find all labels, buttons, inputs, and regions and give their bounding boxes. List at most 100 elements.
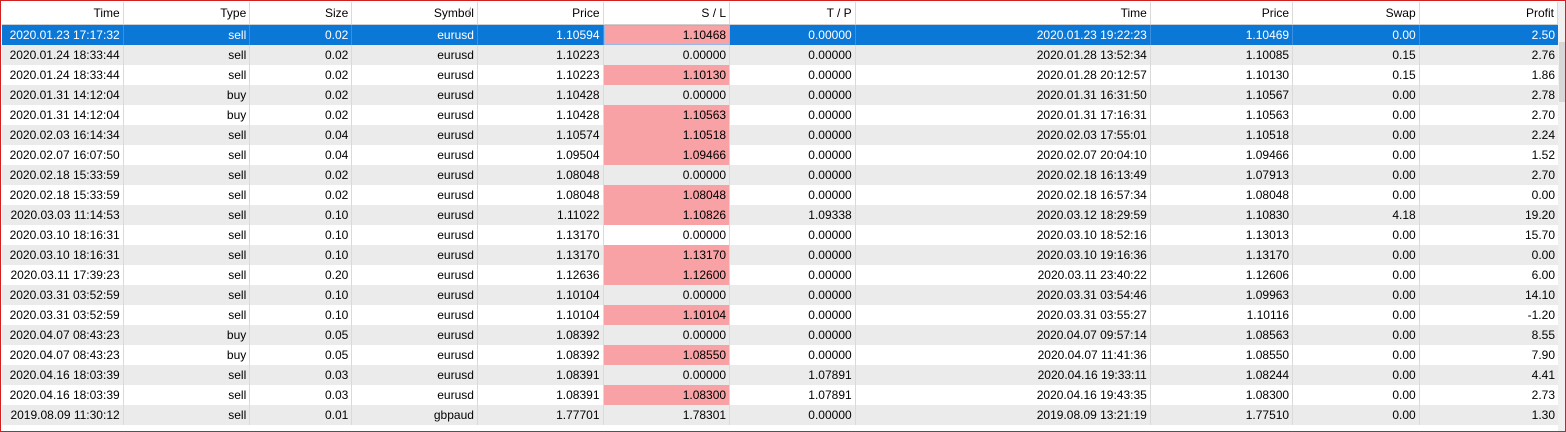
cell-close-price: 1.13170 — [1151, 245, 1294, 265]
cell-close-time: 2020.01.31 17:16:31 — [856, 105, 1151, 125]
cell-type: sell — [124, 265, 251, 285]
cell-size: 0.04 — [250, 145, 353, 165]
table-row[interactable]: 2020.01.31 14:12:04 buy 0.02 eurusd 1.10428 0… — [2, 85, 1558, 105]
cell-type: sell — [124, 185, 251, 205]
cell-profit: 2.76 — [1531, 48, 1555, 62]
cell-swap: 0.00 — [1293, 85, 1420, 105]
table-row[interactable]: 2020.04.07 08:43:23 buy 0.05 eurusd 1.08392 0… — [2, 325, 1558, 345]
cell-size: 0.10 — [250, 205, 353, 225]
cell-close-price: 1.10830 — [1151, 205, 1294, 225]
cell-sl: 1.08550 — [603, 345, 731, 365]
cell-close-time: 2020.04.07 11:41:36 — [856, 345, 1151, 365]
cell-close-price: 1.10116 — [1151, 305, 1294, 325]
cell-sl: 1.10130 — [603, 65, 731, 85]
cell-open-price: 1.10428 — [478, 105, 604, 125]
table-row[interactable]: 2020.03.11 17:39:23 sell 0.20 eurusd 1.12636… — [2, 265, 1558, 285]
table-row[interactable]: 2020.01.31 14:12:04 buy 0.02 eurusd 1.10428 1… — [2, 105, 1558, 125]
col-header-swap[interactable]: Swap — [1293, 2, 1420, 24]
col-header-size[interactable]: Size — [250, 2, 353, 24]
cell-open-time: 2020.02.18 15:33:59 — [2, 185, 124, 205]
col-header-tp[interactable]: T / P — [730, 2, 856, 24]
col-header-open-price[interactable]: Price — [478, 2, 604, 24]
cell-symbol: eurusd — [352, 25, 478, 45]
table-row[interactable]: 2020.02.07 16:07:50 sell 0.04 eurusd 1.09504… — [2, 145, 1558, 165]
cell-profit: 8.55 — [1531, 328, 1555, 342]
table-row[interactable]: 2020.02.03 16:14:34 sell 0.04 eurusd 1.10574… — [2, 125, 1558, 145]
cell-open-time: 2020.03.10 18:16:31 — [2, 245, 124, 265]
cell-close-price: 1.08550 — [1151, 345, 1294, 365]
table-row[interactable]: 2019.08.09 11:30:12 sell 0.01 gbpaud 1.77701… — [2, 405, 1558, 425]
cell-type: buy — [124, 325, 251, 345]
cell-sl: 1.78301 — [604, 405, 731, 425]
table-row[interactable]: 2020.03.31 03:52:59 sell 0.10 eurusd 1.10104… — [2, 305, 1558, 325]
cell-profit: 2.70 — [1531, 168, 1555, 182]
cell-type: sell — [124, 125, 251, 145]
col-header-close-time[interactable]: Time — [856, 2, 1151, 24]
cell-close-time: 2020.02.18 16:13:49 — [856, 165, 1151, 185]
cell-open-time: 2020.02.18 15:33:59 — [2, 165, 124, 185]
cell-type: sell — [124, 225, 251, 245]
cell-profit: 19.20 — [1524, 208, 1555, 222]
col-header-type[interactable]: Type — [124, 2, 251, 24]
col-header-symbol[interactable]: Symbol / — [352, 2, 478, 24]
col-header-open-time[interactable]: Time — [2, 2, 124, 24]
cell-profit: 6.00 — [1531, 268, 1555, 282]
cell-open-time: 2020.03.31 03:52:59 — [2, 285, 124, 305]
col-header-sl[interactable]: S / L — [604, 2, 731, 24]
cell-size: 0.03 — [250, 385, 353, 405]
cell-symbol: eurusd — [352, 245, 478, 265]
cell-type: sell — [124, 25, 251, 45]
table-row[interactable]: 2020.02.18 15:33:59 sell 0.02 eurusd 1.08048… — [2, 185, 1558, 205]
table-row[interactable]: 2020.04.16 18:03:39 sell 0.03 eurusd 1.08391… — [2, 365, 1558, 385]
table-row[interactable]: 2020.01.23 17:17:32 sell 0.02 eurusd 1.10594… — [2, 25, 1558, 45]
cell-open-price: 1.13170 — [478, 245, 604, 265]
cell-size: 0.10 — [250, 305, 353, 325]
table-row[interactable]: 2020.03.10 18:16:31 sell 0.10 eurusd 1.13170… — [2, 245, 1558, 265]
cell-tp: 0.00000 — [730, 225, 856, 245]
cell-open-time: 2020.01.24 18:33:44 — [2, 45, 124, 65]
cell-tp: 0.00000 — [730, 185, 856, 205]
cell-symbol: eurusd — [352, 305, 478, 325]
cell-profit: 1.52 — [1531, 148, 1555, 162]
cell-type: sell — [124, 65, 251, 85]
cell-tp: 0.00000 — [730, 85, 856, 105]
table-row[interactable]: 2020.04.16 18:03:39 sell 0.03 eurusd 1.08391… — [2, 385, 1558, 405]
vertical-scrollbar[interactable] — [1558, 2, 1565, 431]
table-row[interactable]: 2020.03.10 18:16:31 sell 0.10 eurusd 1.13170… — [2, 225, 1558, 245]
col-header-profit[interactable]: Profit — [1420, 2, 1559, 24]
cell-size: 0.05 — [250, 345, 353, 365]
table-row[interactable]: 2020.04.07 08:43:23 buy 0.05 eurusd 1.08392 1… — [2, 345, 1558, 365]
cell-sl: 1.10563 — [603, 105, 731, 125]
scrollbar-thumb[interactable] — [1559, 42, 1565, 102]
cell-close-time: 2020.02.03 17:55:01 — [856, 125, 1151, 145]
cell-close-price: 1.10085 — [1151, 45, 1294, 65]
cell-sl: 1.08048 — [603, 185, 731, 205]
cell-close-time: 2019.08.09 13:21:19 — [856, 405, 1151, 425]
table-row[interactable]: 2020.02.18 15:33:59 sell 0.02 eurusd 1.08048… — [2, 165, 1558, 185]
cell-size: 0.02 — [250, 85, 353, 105]
cell-swap: 0.00 — [1293, 385, 1420, 405]
cell-symbol: eurusd — [352, 65, 478, 85]
cell-tp: 0.00000 — [730, 325, 856, 345]
table-row[interactable]: 2020.01.24 18:33:44 sell 0.02 eurusd 1.10223… — [2, 65, 1558, 85]
cell-tp: 0.00000 — [730, 65, 856, 85]
table-body: 2020.01.23 17:17:32 sell 0.02 eurusd 1.10594… — [2, 25, 1558, 425]
cell-type: sell — [124, 205, 251, 225]
cell-profit: 0.00 — [1531, 248, 1555, 262]
cell-type: buy — [124, 105, 251, 125]
cell-profit: 2.50 — [1531, 28, 1555, 42]
cell-close-time: 2020.01.28 20:12:57 — [856, 65, 1151, 85]
cell-size: 0.02 — [250, 185, 353, 205]
col-header-close-price[interactable]: Price — [1151, 2, 1294, 24]
cell-open-price: 1.08048 — [478, 185, 604, 205]
table-row[interactable]: 2020.03.31 03:52:59 sell 0.10 eurusd 1.10104… — [2, 285, 1558, 305]
table-row[interactable]: 2020.01.24 18:33:44 sell 0.02 eurusd 1.10223… — [2, 45, 1558, 65]
cell-close-time: 2020.04.07 09:57:14 — [856, 325, 1151, 345]
cell-profit: 2.70 — [1531, 108, 1555, 122]
cell-type: sell — [124, 165, 251, 185]
cell-open-time: 2020.03.11 17:39:23 — [2, 265, 124, 285]
cell-type: sell — [124, 285, 251, 305]
table-row[interactable]: 2020.03.03 11:14:53 sell 0.10 eurusd 1.11022… — [2, 205, 1558, 225]
cell-swap: 0.00 — [1293, 305, 1420, 325]
cell-open-price: 1.10428 — [478, 85, 604, 105]
